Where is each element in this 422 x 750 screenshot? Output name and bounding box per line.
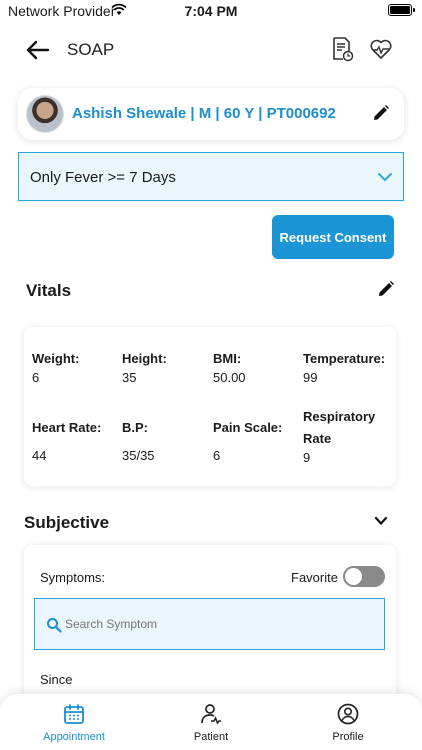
- nav-label-profile: Profile: [332, 731, 364, 743]
- vital-value: 35: [122, 370, 137, 385]
- patient-info: Ashish Shewale | M | 60 Y | PT000692: [72, 105, 336, 122]
- vital-value: 99: [303, 370, 318, 385]
- chevron-down-icon[interactable]: [374, 514, 388, 528]
- vital-value: 6: [32, 370, 40, 385]
- vital-bmi: BMI: 50.00: [213, 348, 246, 385]
- vital-label: Height:: [122, 351, 167, 366]
- vital-label: BMI:: [213, 351, 242, 366]
- status-bar: Network Provider 7:04 PM: [0, 0, 422, 22]
- search-icon: [47, 618, 62, 633]
- patient-card: Ashish Shewale | M | 60 Y | PT000692: [18, 88, 404, 140]
- vital-label: Temperature:: [303, 351, 386, 366]
- request-consent-button[interactable]: Request Consent: [272, 215, 394, 259]
- edit-vitals-icon[interactable]: [377, 280, 395, 298]
- favorite-toggle[interactable]: [343, 566, 385, 587]
- vital-value: 6: [213, 448, 221, 463]
- vital-height: Height: 35: [122, 348, 167, 385]
- vital-value: 44: [32, 448, 47, 463]
- bottom-nav: Appointment Patient Profile: [0, 694, 422, 750]
- nav-item-appointment[interactable]: Appointment: [4, 694, 144, 750]
- edit-patient-icon[interactable]: [372, 104, 390, 122]
- back-arrow-icon[interactable]: [26, 40, 50, 60]
- vital-heart-rate: Heart Rate: 44: [32, 417, 101, 463]
- subjective-card: Symptoms: Favorite Since: [24, 545, 396, 715]
- vitals-card: Weight: 6 Height: 35 BMI: 50.00 Temperat…: [24, 327, 396, 486]
- favorite-label: Favorite: [291, 570, 338, 585]
- page-title: SOAP: [67, 40, 115, 59]
- nav-label-patient: Patient: [193, 731, 229, 743]
- nav-item-profile[interactable]: Profile: [278, 694, 418, 750]
- vital-value: 50.00: [213, 370, 246, 385]
- vital-weight: Weight: 6: [32, 348, 79, 385]
- patient-avatar: [26, 95, 64, 133]
- since-label: Since: [40, 672, 73, 687]
- complaint-selected-value: Only Fever >= 7 Days: [30, 169, 176, 186]
- vital-respiratory-rate: Respiratory Rate 9: [303, 406, 393, 465]
- vital-label: Respiratory Rate: [303, 409, 376, 446]
- profile-icon: [337, 703, 359, 725]
- vital-label: B.P:: [122, 420, 148, 435]
- document-history-icon[interactable]: [330, 36, 354, 62]
- vital-temperature: Temperature: 99: [303, 348, 385, 385]
- vital-label: Heart Rate:: [32, 420, 102, 435]
- symptom-search-input[interactable]: [65, 613, 365, 635]
- vital-value: 9: [303, 450, 311, 465]
- subjective-heading: Subjective: [24, 513, 110, 532]
- chevron-down-icon: [378, 173, 392, 182]
- complaint-dropdown[interactable]: Only Fever >= 7 Days: [18, 152, 404, 201]
- heart-vitals-icon[interactable]: [369, 37, 393, 61]
- vital-label: Pain Scale:: [213, 420, 283, 435]
- patient-icon: [201, 704, 221, 725]
- vital-value: 35/35: [122, 448, 155, 463]
- symptom-search-box[interactable]: [34, 598, 385, 650]
- symptoms-label: Symptoms:: [40, 570, 106, 585]
- nav-label-appointment: Appointment: [43, 731, 105, 743]
- vital-label: Weight:: [32, 351, 80, 366]
- calendar-icon: [64, 704, 84, 724]
- nav-item-patient[interactable]: Patient: [141, 694, 281, 750]
- app-header: SOAP: [0, 30, 422, 70]
- status-time: 7:04 PM: [184, 3, 238, 19]
- vital-pain-scale: Pain Scale: 6: [213, 417, 282, 463]
- toggle-knob: [345, 568, 362, 585]
- battery-icon: [388, 4, 415, 16]
- vitals-heading: Vitals: [26, 281, 72, 300]
- vital-bp: B.P: 35/35: [122, 417, 155, 463]
